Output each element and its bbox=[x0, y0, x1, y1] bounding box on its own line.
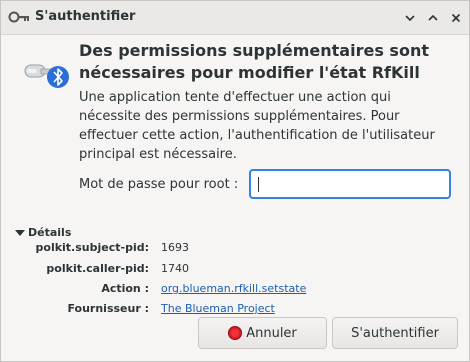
dialog-heading: Des permissions supplémentaires sont néc… bbox=[79, 41, 429, 82]
password-label: Mot de passe pour root : bbox=[79, 177, 239, 192]
details-toggle-label: Détails bbox=[28, 226, 72, 239]
password-input[interactable] bbox=[249, 169, 451, 199]
cancel-button-label: Annuler bbox=[246, 325, 297, 341]
chevron-down-icon bbox=[405, 15, 415, 22]
detail-value-subject-pid: 1693 bbox=[161, 241, 189, 254]
authenticate-button-label: S'authentifier bbox=[351, 325, 439, 341]
detail-label-caller-pid: polkit.caller-pid: bbox=[46, 262, 149, 275]
cancel-button[interactable]: Annuler bbox=[198, 317, 327, 349]
detail-label-action: Action : bbox=[101, 282, 149, 295]
authenticate-button[interactable]: S'authentifier bbox=[332, 317, 458, 349]
minimize-button[interactable] bbox=[401, 9, 419, 27]
detail-action-link[interactable]: org.blueman.rfkill.setstate bbox=[161, 282, 306, 295]
titlebar[interactable]: S'authentifier bbox=[1, 1, 469, 35]
close-button[interactable] bbox=[447, 9, 465, 27]
detail-label-subject-pid: polkit.subject-pid: bbox=[35, 241, 149, 254]
window-title: S'authentifier bbox=[35, 9, 136, 24]
detail-value-caller-pid: 1740 bbox=[161, 262, 189, 275]
expander-triangle-icon bbox=[15, 229, 25, 236]
key-bluetooth-icon bbox=[24, 64, 69, 88]
maximize-button[interactable] bbox=[424, 9, 442, 27]
detail-vendor-link[interactable]: The Blueman Project bbox=[161, 302, 275, 315]
detail-label-vendor: Fournisseur : bbox=[67, 302, 149, 315]
close-icon bbox=[451, 13, 461, 23]
auth-dialog-window: S'authentifier Des permissions supplémen… bbox=[0, 0, 470, 362]
chevron-up-icon bbox=[428, 14, 438, 21]
key-icon bbox=[8, 11, 29, 23]
details-toggle[interactable]: Détails bbox=[15, 226, 71, 239]
dialog-description: Une application tente d'effectuer une ac… bbox=[79, 90, 435, 162]
text-caret bbox=[258, 177, 259, 192]
stop-icon bbox=[228, 326, 243, 340]
